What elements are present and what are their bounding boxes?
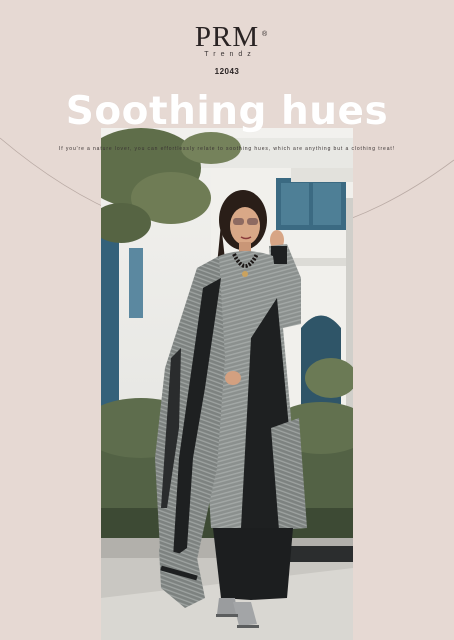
registered-mark: ® (261, 31, 269, 38)
headline: Soothing hues (65, 89, 389, 134)
tagline: If you're a nature lover, you can effort… (59, 146, 395, 152)
catalog-cover: PRM ® Trendz 12043 Soothing hues If you'… (0, 0, 454, 640)
model-illustration (101, 128, 353, 640)
brand-header: PRM ® Trendz 12043 (0, 22, 454, 76)
brand-name: PRM (194, 21, 260, 53)
model-photo (101, 128, 353, 640)
brand-logo: PRM ® (194, 21, 267, 53)
catalog-number: 12043 (214, 67, 240, 76)
